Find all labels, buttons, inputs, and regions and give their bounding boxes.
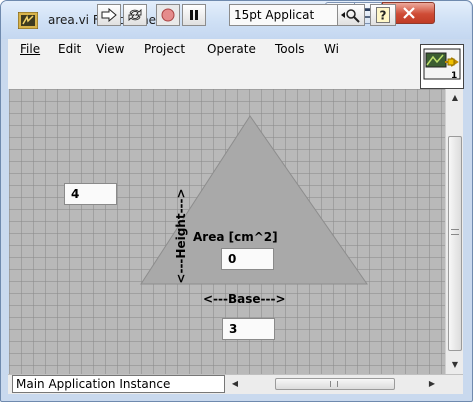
abort-stop-icon bbox=[161, 8, 175, 22]
vi-icon-graphic bbox=[423, 48, 461, 80]
menu-view[interactable]: View bbox=[96, 42, 124, 56]
pause-icon bbox=[190, 10, 198, 20]
font-ring-text: 15pt Applicat bbox=[234, 8, 315, 22]
menu-project-label: Project bbox=[144, 42, 186, 56]
scroll-grip-icon bbox=[451, 229, 459, 235]
menu-window-label: Wi bbox=[324, 42, 339, 56]
scroll-up-arrow-icon[interactable]: ▲ bbox=[446, 93, 464, 102]
run-continuously-button[interactable] bbox=[123, 4, 147, 26]
close-icon bbox=[402, 7, 415, 19]
labview-vi-icon bbox=[17, 11, 39, 30]
menu-tools-label: Tools bbox=[275, 42, 305, 56]
menu-edit[interactable]: Edit bbox=[58, 42, 81, 56]
area-value: 0 bbox=[228, 252, 237, 266]
menu-operate-label: Operate bbox=[207, 42, 256, 56]
menu-tools[interactable]: Tools bbox=[275, 42, 305, 56]
hscroll-grip-icon bbox=[330, 381, 338, 387]
connector-pane-number: 1 bbox=[451, 71, 458, 81]
search-button[interactable] bbox=[337, 4, 365, 26]
height-value: 4 bbox=[71, 187, 80, 201]
menu-project[interactable]: Project bbox=[144, 42, 185, 56]
area-indicator: 0 bbox=[221, 248, 274, 270]
base-label: <---Base---> bbox=[203, 292, 286, 306]
toolbar bbox=[8, 60, 420, 89]
application-instance-field[interactable]: Main Application Instance bbox=[12, 375, 225, 393]
height-label: <---Height---> bbox=[174, 188, 188, 284]
abort-button[interactable] bbox=[156, 4, 180, 26]
scroll-down-arrow-icon[interactable]: ▼ bbox=[446, 360, 464, 369]
vertical-scrollbar[interactable]: ▲ ▼ bbox=[445, 89, 463, 374]
menu-view-label: View bbox=[96, 42, 125, 56]
front-panel-canvas[interactable]: 4 <---Height---> Area [cm^2] 0 <---Base-… bbox=[9, 89, 445, 374]
height-control[interactable]: 4 bbox=[64, 183, 117, 205]
scroll-right-arrow-icon[interactable]: ▶ bbox=[425, 379, 439, 388]
pause-button[interactable] bbox=[182, 4, 206, 26]
scroll-left-arrow-icon[interactable]: ◀ bbox=[228, 379, 242, 388]
run-button[interactable] bbox=[97, 4, 121, 26]
run-arrow-icon bbox=[101, 8, 117, 22]
context-help-button[interactable]: ? bbox=[370, 4, 396, 26]
menu-file[interactable]: File bbox=[20, 42, 40, 56]
connector-pane-icon[interactable]: 1 bbox=[420, 44, 464, 89]
menu-edit-label: Edit bbox=[58, 42, 82, 56]
base-value: 3 bbox=[229, 322, 238, 336]
instance-text: Main Application Instance bbox=[16, 377, 171, 391]
help-question-icon: ? bbox=[376, 7, 390, 23]
menu-operate[interactable]: Operate bbox=[207, 42, 256, 56]
vertical-scroll-thumb[interactable] bbox=[448, 136, 462, 351]
search-icon bbox=[341, 9, 360, 23]
menu-window[interactable]: Wi bbox=[324, 42, 339, 56]
svg-text:?: ? bbox=[380, 9, 387, 23]
font-size-ring[interactable]: 15pt Applicat bbox=[229, 4, 343, 26]
area-label: Area [cm^2] bbox=[193, 230, 278, 244]
menu-file-label: File bbox=[20, 42, 41, 56]
base-control[interactable]: 3 bbox=[222, 318, 275, 340]
run-continuously-icon bbox=[128, 8, 142, 22]
